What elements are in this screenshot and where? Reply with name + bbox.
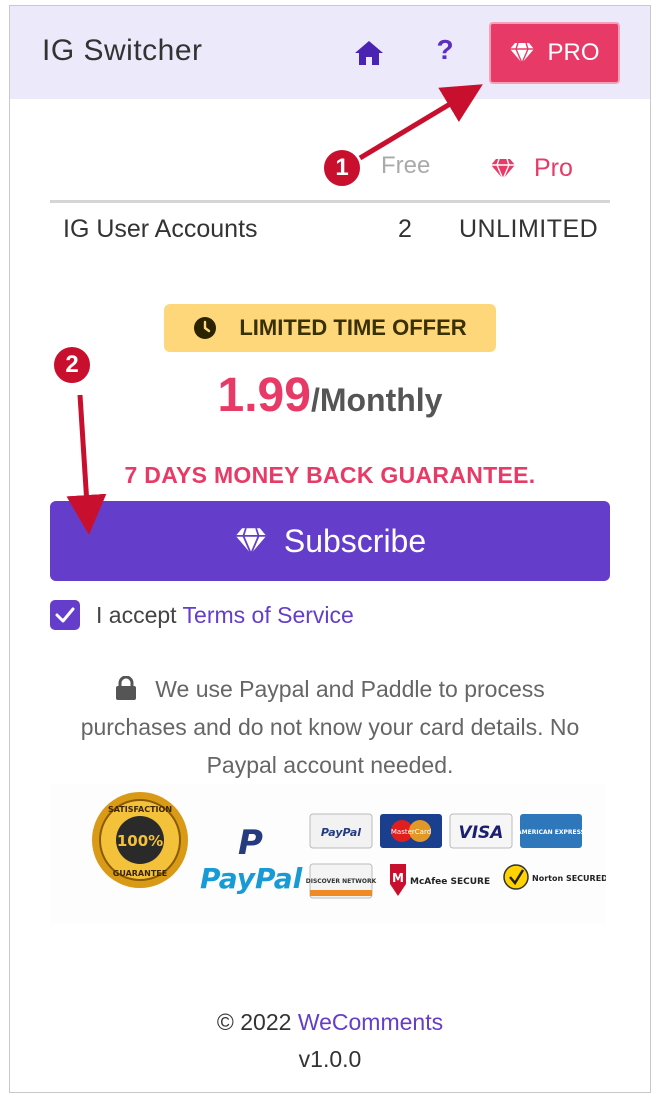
diamond-icon <box>491 158 515 179</box>
paypal-logo: P PayPal <box>200 823 303 895</box>
callout-2: 2 <box>52 345 92 385</box>
paypal-logo-text: PayPal <box>200 862 303 895</box>
security-note: We use Paypal and Paddle to process purc… <box>60 670 600 784</box>
column-header-free: Free <box>381 152 431 179</box>
copyright-text: © 2022 <box>216 1009 292 1035</box>
visa-card: VISA <box>459 823 504 843</box>
svg-text:P: P <box>238 823 263 863</box>
wecomments-link[interactable]: WeComments <box>298 1009 443 1035</box>
mcafee-text: McAfee SECURE <box>410 877 490 887</box>
satisfaction-seal: SATISFACTION 100% GUARANTEE <box>92 792 188 888</box>
norton-badge: Norton SECURED <box>503 864 606 890</box>
seal-top-text: SATISFACTION <box>108 805 172 814</box>
money-back-guarantee: 7 DAYS MONEY BACK GUARANTEE. <box>124 462 536 488</box>
table-row-feature: IG User Accounts <box>63 215 258 243</box>
amex-card: AMERICAN EXPRESS <box>517 829 585 836</box>
paypal-card: PayPal <box>321 826 361 839</box>
discover-card: DISCOVER NETWORK <box>306 878 377 885</box>
help-button[interactable]: ? <box>430 34 460 68</box>
app-version: v1.0.0 <box>298 1046 362 1072</box>
table-row-pro-value: UNLIMITED <box>459 215 599 243</box>
table-divider <box>50 200 610 203</box>
lock-icon <box>116 676 137 700</box>
diamond-icon <box>510 42 535 64</box>
clock-icon <box>194 317 217 339</box>
column-header-pro: Pro <box>490 154 573 183</box>
security-note-text: We use Paypal and Paddle to process purc… <box>80 676 580 778</box>
terms-row: I accept Terms of Service <box>50 600 354 630</box>
seal-center-text: 100% <box>117 832 163 850</box>
column-header-pro-label: Pro <box>534 154 573 182</box>
payment-badges-image: SATISFACTION 100% GUARANTEE P PayPal Pay… <box>50 784 606 924</box>
app-title: IG Switcher <box>42 34 203 67</box>
limited-offer-label: LIMITED TIME OFFER <box>239 315 467 340</box>
price-amount: 1.99 <box>217 369 311 422</box>
home-icon <box>355 41 383 65</box>
norton-text: Norton SECURED <box>532 874 606 883</box>
svg-text:M: M <box>392 871 404 885</box>
mastercard-card: MasterCard <box>391 828 431 836</box>
terms-of-service-link[interactable]: Terms of Service <box>183 602 354 628</box>
mcafee-badge: M McAfee SECURE <box>390 864 490 896</box>
seal-bottom-text: GUARANTEE <box>113 869 167 878</box>
price: 1.99/Monthly <box>10 368 650 423</box>
home-button[interactable] <box>352 36 386 70</box>
pro-button[interactable]: PRO <box>489 22 620 84</box>
footer-copyright: © 2022 WeComments <box>10 1009 650 1036</box>
price-period: /Monthly <box>310 382 443 418</box>
callout-1: 1 <box>322 148 362 188</box>
terms-prefix: I accept <box>96 601 177 628</box>
subscribe-label: Subscribe <box>283 522 427 559</box>
diamond-icon <box>235 527 267 555</box>
subscribe-button[interactable]: Subscribe <box>50 501 610 581</box>
terms-checkbox[interactable] <box>50 600 80 630</box>
table-row-free-value: 2 <box>398 215 412 243</box>
pro-button-label: PRO <box>547 39 600 66</box>
checkmark-icon <box>55 607 75 623</box>
limited-offer-badge: LIMITED TIME OFFER <box>164 304 496 352</box>
header: IG Switcher ? PRO <box>10 6 650 99</box>
